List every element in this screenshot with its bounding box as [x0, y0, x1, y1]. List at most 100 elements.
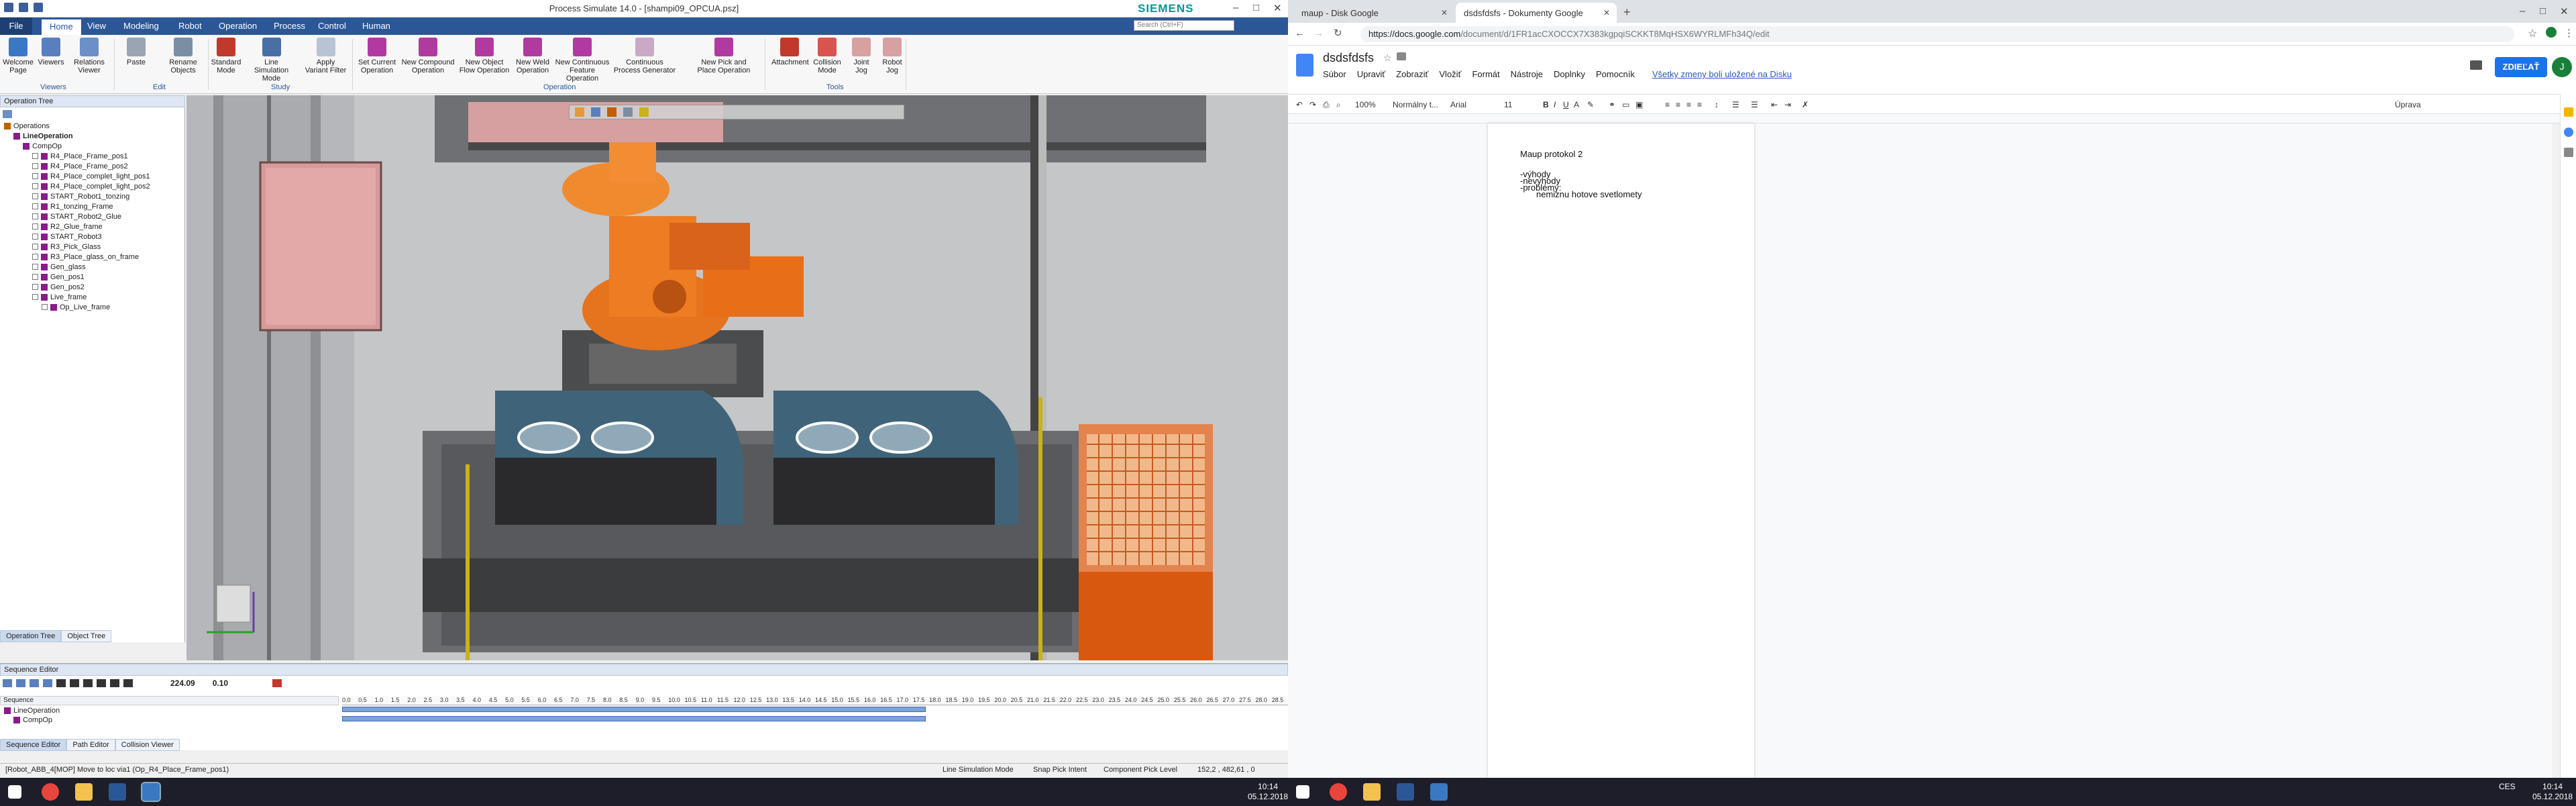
editing-mode-select[interactable]: Úprava: [2395, 100, 2421, 109]
tree-item[interactable]: R4_Place_complet_light_pos1: [32, 171, 150, 181]
ribbon-button-continuous-process-generator[interactable]: Continuous Process Generator: [613, 38, 676, 74]
3d-viewport[interactable]: [186, 95, 1288, 660]
underline-icon[interactable]: U: [1563, 100, 1569, 109]
menu-vlozit[interactable]: Vložiť: [1439, 69, 1461, 79]
process-simulate-taskbar-icon[interactable]: [1430, 783, 1448, 801]
scrollbar[interactable]: [2552, 123, 2560, 778]
tree-checkbox[interactable]: [32, 234, 38, 240]
italic-icon[interactable]: I: [1554, 100, 1556, 109]
comments-icon[interactable]: [2470, 60, 2482, 70]
close-icon[interactable]: ✕: [1273, 2, 1282, 14]
tree-checkbox[interactable]: [32, 223, 38, 230]
fit-timeline-icon[interactable]: [30, 679, 39, 687]
fixture-left[interactable]: [495, 391, 743, 525]
justify-icon[interactable]: ≡: [1697, 100, 1702, 109]
tree-item[interactable]: LineOperation: [13, 131, 73, 141]
menu-pomocnik[interactable]: Pomocník: [1596, 69, 1635, 79]
tasks-icon[interactable]: [2564, 128, 2573, 137]
ribbon-button-apply-variant-filter[interactable]: Apply Variant Filter: [299, 38, 353, 74]
menu-format[interactable]: Formát: [1472, 69, 1499, 79]
ribbon-button-new-compound-operation[interactable]: New Compound Operation: [401, 38, 455, 74]
tree-item[interactable]: Operations: [4, 121, 50, 131]
image-icon[interactable]: ▣: [1635, 100, 1643, 109]
tab-docs[interactable]: dsdsfdsfs - Dokumenty Google ✕: [1456, 3, 1617, 23]
redo-icon[interactable]: ↷: [1309, 100, 1316, 109]
start-icon[interactable]: [1296, 785, 1309, 799]
tab-sequence-editor[interactable]: Sequence Editor: [0, 739, 67, 751]
tab-close-icon[interactable]: ✕: [1603, 8, 1610, 17]
bookmark-star-icon[interactable]: ☆: [2528, 27, 2537, 40]
seq-row-lineoperation[interactable]: LineOperation: [4, 705, 60, 715]
rotate-icon[interactable]: [607, 107, 616, 117]
tab-modeling[interactable]: Modeling: [123, 21, 159, 31]
chrome-menu-icon[interactable]: ⋮: [2564, 27, 2574, 39]
bulleted-list-icon[interactable]: ☰: [1751, 100, 1758, 109]
tab-robot[interactable]: Robot: [178, 21, 202, 31]
print-icon[interactable]: ⎙: [1323, 100, 1330, 110]
ribbon-button-robot-jog[interactable]: Robot Jog: [877, 38, 907, 74]
profile-icon[interactable]: [2546, 27, 2557, 38]
line-spacing-icon[interactable]: ↕: [1715, 100, 1719, 109]
chrome-icon[interactable]: [42, 783, 59, 801]
tree-item[interactable]: R4_Place_Frame_pos2: [32, 161, 128, 171]
ribbon-button-new-pick-and-place-operation[interactable]: New Pick and Place Operation: [679, 38, 769, 74]
file-explorer-icon[interactable]: [75, 783, 93, 801]
tree-checkbox[interactable]: [32, 173, 38, 179]
bold-icon[interactable]: B: [1543, 100, 1549, 109]
step-forward-icon[interactable]: [110, 679, 119, 687]
share-button[interactable]: ZDIEĽAŤ: [2495, 57, 2547, 77]
font-select[interactable]: Arial: [1450, 100, 1466, 109]
render-icon[interactable]: [639, 107, 649, 117]
tab-file[interactable]: File: [0, 17, 32, 35]
expand-icon[interactable]: [43, 679, 52, 687]
align-left-icon[interactable]: ≡: [1665, 100, 1670, 109]
safety-cage[interactable]: [1079, 424, 1213, 660]
tree-item[interactable]: Gen_pos2: [32, 282, 85, 292]
tree-item[interactable]: Gen_pos1: [32, 272, 85, 282]
ribbon-button-set-current-operation[interactable]: Set Current Operation: [356, 38, 398, 74]
pan-icon[interactable]: [591, 107, 600, 117]
tree-checkbox[interactable]: [32, 193, 38, 199]
ribbon-button-paste[interactable]: Paste: [114, 38, 158, 66]
zoom-in-icon[interactable]: [3, 679, 12, 687]
undo-icon[interactable]: ↶: [1296, 100, 1303, 109]
tab-operation-tree[interactable]: Operation Tree: [0, 630, 62, 642]
ps-search-input[interactable]: Search (Ctrl+F): [1134, 20, 1234, 31]
calendar-icon[interactable]: [2564, 148, 2573, 157]
rewind-icon[interactable]: [56, 679, 66, 687]
tree-checkbox[interactable]: [32, 254, 38, 260]
align-center-icon[interactable]: ≡: [1676, 100, 1680, 109]
zoom-icon[interactable]: [575, 107, 584, 117]
ribbon-button-relations-viewer[interactable]: Relations Viewer: [67, 38, 111, 74]
tia-portal-icon[interactable]: [109, 783, 126, 801]
style-select[interactable]: Normálny t...: [1393, 100, 1438, 109]
close-icon[interactable]: ✕: [2560, 5, 2569, 17]
minimize-icon[interactable]: –: [2520, 5, 2525, 17]
ribbon-button-new-object-flow-operation[interactable]: New Object Flow Operation: [458, 38, 511, 74]
document-page[interactable]: Maup protokol 2 -výhody -nevýhody -probl…: [1488, 123, 1754, 778]
tree-checkbox[interactable]: [32, 203, 38, 209]
process-simulate-taskbar-icon[interactable]: [141, 782, 161, 802]
3d-scene[interactable]: [186, 95, 1288, 660]
tree-item[interactable]: R2_Glue_frame: [32, 221, 103, 232]
tree-item[interactable]: Live_frame: [32, 292, 87, 302]
play-back-icon[interactable]: [83, 679, 93, 687]
tab-operation[interactable]: Operation: [219, 21, 257, 31]
tab-object-tree[interactable]: Object Tree: [61, 630, 112, 642]
decrease-indent-icon[interactable]: ⇤: [1771, 100, 1778, 109]
step-back-icon[interactable]: [70, 679, 79, 687]
menu-zobrazit[interactable]: Zobraziť: [1396, 69, 1428, 79]
keep-icon[interactable]: [2564, 107, 2573, 117]
ribbon-button-rename-objects[interactable]: Rename Objects: [161, 38, 205, 74]
docs-logo-icon[interactable]: [1296, 54, 1313, 77]
tree-checkbox[interactable]: [32, 163, 38, 169]
tab-disk-google[interactable]: maup - Disk Google ✕: [1293, 3, 1454, 23]
chrome-icon[interactable]: [1330, 783, 1347, 801]
tree-item[interactable]: R1_tonzing_Frame: [32, 201, 113, 211]
tree-item[interactable]: R4_Place_complet_light_pos2: [32, 181, 150, 191]
tree-checkbox[interactable]: [32, 264, 38, 270]
tree-item[interactable]: START_Robot3: [32, 232, 102, 242]
tree-checkbox[interactable]: [32, 294, 38, 300]
ribbon-button-welcome-page[interactable]: Welcome Page: [3, 38, 34, 74]
zoom-out-icon[interactable]: [16, 679, 25, 687]
